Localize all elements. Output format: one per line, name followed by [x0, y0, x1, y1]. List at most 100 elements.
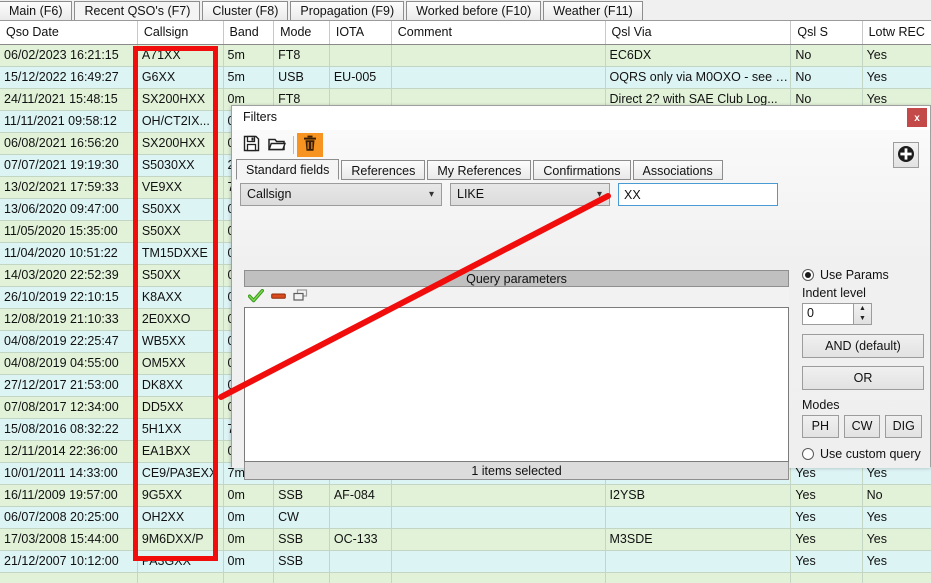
cell-callsign: S50XX — [137, 198, 224, 221]
header-row: Qso Date Callsign Band Mode IOTA Comment… — [0, 21, 931, 45]
open-filter-button[interactable] — [264, 133, 290, 157]
cell-comment — [391, 528, 606, 551]
indent-level-stepper[interactable]: 0 ▲ ▼ — [802, 303, 872, 325]
cell-callsign: 5H1XX — [137, 418, 224, 441]
query-parameters-panel: Query parameters 1 items selected — [244, 270, 789, 492]
tab-recent-qsos[interactable]: Recent QSO's (F7) — [74, 1, 201, 20]
cell-iota: EU-005 — [329, 66, 392, 89]
tab-label: My References — [437, 164, 522, 178]
cell-qso-date: 14/03/2020 22:52:39 — [0, 264, 138, 287]
mode-dig-button[interactable]: DIG — [885, 415, 923, 438]
cell-qso-date: 15/12/2022 16:49:27 — [0, 66, 138, 89]
use-custom-query-radio[interactable]: Use custom query — [802, 447, 922, 461]
column-header-comment[interactable]: Comment — [391, 21, 606, 45]
filters-toolbar — [232, 130, 931, 160]
tab-label: Standard fields — [246, 163, 330, 177]
cell-callsign: S50XX — [137, 220, 224, 243]
indent-level-label: Indent level — [802, 286, 866, 300]
column-header-mode[interactable]: Mode — [273, 21, 330, 45]
column-header-band[interactable]: Band — [223, 21, 275, 45]
table-row[interactable] — [0, 572, 931, 583]
cell-qso-date: 06/07/2008 20:25:00 — [0, 506, 138, 529]
column-header-qsl-via[interactable]: Qsl Via — [605, 21, 792, 45]
tab-propagation[interactable]: Propagation (F9) — [290, 1, 405, 20]
table-row[interactable]: 06/02/2023 16:21:15A71XX5mFT8EC6DXNoYes2… — [0, 44, 931, 67]
column-header-lotw-rec[interactable]: Lotw REC — [862, 21, 931, 45]
remove-minus-icon[interactable] — [271, 290, 286, 304]
mode-ph-button[interactable]: PH — [802, 415, 839, 438]
add-criterion-button[interactable] — [893, 142, 919, 168]
column-header-qsl-s[interactable]: Qsl S — [790, 21, 863, 45]
cell-qso-date: 24/11/2021 15:48:15 — [0, 88, 138, 111]
tab-main[interactable]: Main (F6) — [0, 1, 73, 20]
cell-callsign: A71XX — [137, 44, 224, 67]
duplicate-icon[interactable] — [293, 289, 308, 305]
cell-lotw-rec: Yes — [862, 528, 931, 551]
table-row[interactable]: 06/07/2008 20:25:00OH2XX0mCWYesYes14 — [0, 506, 931, 529]
stepper-arrows[interactable]: ▲ ▼ — [853, 304, 871, 324]
floppy-disk-icon — [243, 135, 260, 155]
operator-select-value: LIKE — [457, 187, 485, 201]
field-select[interactable]: Callsign ▾ — [240, 183, 442, 206]
tab-label: References — [351, 164, 416, 178]
cell-qso-date: 13/06/2020 09:47:00 — [0, 198, 138, 221]
tab-cluster[interactable]: Cluster (F8) — [202, 1, 289, 20]
cell-callsign: K8AXX — [137, 286, 224, 309]
cell-comment — [391, 66, 606, 89]
cell-callsign: VE9XX — [137, 176, 224, 199]
save-filter-button[interactable] — [238, 133, 264, 157]
cell-callsign: 9G5XX — [137, 484, 224, 507]
close-icon[interactable]: x — [907, 108, 927, 127]
cell-qsl-s: Yes — [790, 528, 863, 551]
cell-qsl-s: No — [790, 44, 863, 67]
tab-label: Recent QSO's (F7) — [84, 4, 191, 18]
column-header-callsign[interactable]: Callsign — [137, 21, 224, 45]
cell-iota — [329, 44, 392, 67]
operator-select[interactable]: LIKE ▾ — [450, 183, 610, 206]
cell-mode: CW — [273, 506, 330, 529]
cell-iota — [329, 550, 392, 573]
column-header-iota[interactable]: IOTA — [329, 21, 392, 45]
query-parameters-list[interactable] — [244, 307, 789, 462]
cell-callsign: 2E0XXO — [137, 308, 224, 331]
cell-qsl-via — [605, 572, 792, 583]
cell-lotw-rec: Yes — [862, 550, 931, 573]
indent-level-value: 0 — [807, 306, 814, 320]
stepper-up-icon[interactable]: ▲ — [854, 304, 871, 314]
cell-comment — [391, 506, 606, 529]
filter-value-input[interactable] — [618, 183, 778, 206]
chevron-down-icon: ▾ — [596, 189, 602, 200]
tab-label: Confirmations — [543, 164, 621, 178]
query-parameters-toolbar — [244, 287, 789, 307]
tab-my-references[interactable]: My References — [427, 160, 532, 180]
cell-qso-date: 27/12/2017 21:53:00 — [0, 374, 138, 397]
tab-confirmations[interactable]: Confirmations — [533, 160, 631, 180]
cell-mode: SSB — [273, 550, 330, 573]
tab-worked-before[interactable]: Worked before (F10) — [406, 1, 542, 20]
delete-filter-button[interactable] — [297, 133, 323, 157]
table-row[interactable]: 15/12/2022 16:49:27 G6XX 5m USB EU-005 OQRS o… — [0, 66, 931, 89]
field-select-value: Callsign — [247, 187, 292, 201]
cell-mode: SSB — [273, 528, 330, 551]
tab-associations[interactable]: Associations — [632, 160, 723, 180]
table-row[interactable]: 17/03/2008 15:44:00 9M6DXX/P 0m SSB OC-133 M3… — [0, 528, 931, 551]
cell-qso-date: 06/08/2021 16:56:20 — [0, 132, 138, 155]
stepper-down-icon[interactable]: ▼ — [854, 314, 871, 324]
cell-lotw-rec: Yes — [862, 44, 931, 67]
tab-standard-fields[interactable]: Standard fields — [236, 159, 340, 180]
table-row[interactable]: 21/12/2007 10:12:00PA3GXX0mSSBYesYes14 — [0, 550, 931, 573]
cell-band: 0m — [223, 528, 275, 551]
apply-check-icon[interactable] — [247, 288, 264, 306]
column-header-qso-date[interactable]: Qso Date — [0, 21, 138, 45]
tab-weather[interactable]: Weather (F11) — [543, 1, 643, 20]
cell-qsl-via: EC6DX — [605, 44, 792, 67]
or-button[interactable]: OR — [802, 366, 924, 390]
cell-qso-date: 15/08/2016 08:32:22 — [0, 418, 138, 441]
and-button[interactable]: AND (default) — [802, 334, 924, 358]
cell-qso-date: 13/02/2021 17:59:33 — [0, 176, 138, 199]
use-params-radio[interactable]: Use Params — [802, 268, 922, 282]
tab-references[interactable]: References — [341, 160, 426, 180]
cell-qso-date: 17/03/2008 15:44:00 — [0, 528, 138, 551]
cell-callsign: G6XX — [137, 66, 224, 89]
mode-cw-button[interactable]: CW — [843, 415, 881, 438]
